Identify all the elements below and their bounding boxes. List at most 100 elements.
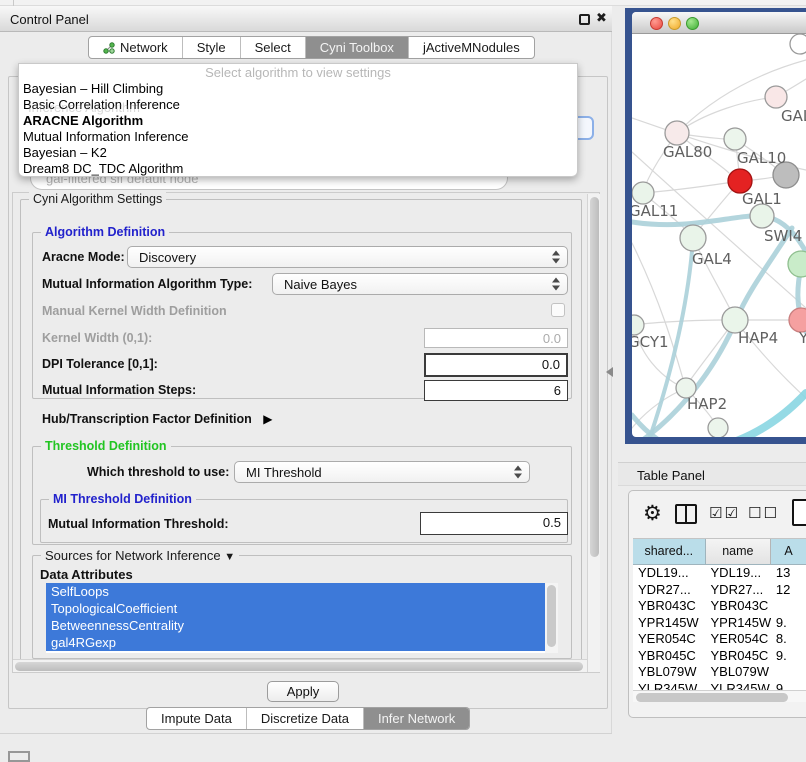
settings-vertical-scrollbar[interactable]	[587, 194, 600, 672]
tab-impute-data[interactable]: Impute Data	[147, 708, 247, 729]
algorithm-definition-title: Algorithm Definition	[41, 225, 169, 239]
list-item-selfloops[interactable]: SelfLoops	[46, 583, 545, 600]
tab-style[interactable]: Style	[183, 37, 241, 58]
node-bottom-edge[interactable]	[708, 418, 728, 437]
mi-type-combo[interactable]: Naive Bayes	[272, 273, 568, 295]
table-cell: YLR345W	[706, 681, 771, 691]
close-traffic-light[interactable]	[650, 17, 663, 30]
deselect-all-checkboxes-icon[interactable]: ☐☐	[748, 504, 779, 522]
zoom-traffic-light[interactable]	[686, 17, 699, 30]
node-gal10[interactable]	[724, 128, 746, 150]
table-cell: 9.	[771, 648, 806, 665]
network-canvas[interactable]: GALGAL80GAL10GAL1GAL11SWI4GAL4GCY1HAP4YH…	[632, 34, 806, 437]
manual-kernel-checkbox[interactable]	[551, 303, 565, 317]
node-gal-right[interactable]	[765, 86, 787, 108]
close-icon[interactable]: ✖	[596, 10, 607, 26]
select-all-checkboxes-icon[interactable]: ☑☑	[709, 504, 740, 522]
table-row[interactable]: YLR345WYLR345W9.	[633, 681, 806, 691]
columns-icon[interactable]	[675, 504, 697, 524]
table-horizontal-scrollbar[interactable]	[633, 690, 806, 702]
table-row[interactable]: YBR045CYBR045C9.	[633, 648, 806, 665]
column-header-shared[interactable]: shared...	[633, 539, 706, 565]
stepper-icon	[552, 278, 560, 291]
table-cell: 9.	[771, 615, 806, 632]
node-swi4-small-label: SWI4	[764, 227, 802, 245]
node-gal80[interactable]	[665, 121, 689, 145]
tab-infer-network[interactable]: Infer Network	[364, 708, 469, 729]
table-row[interactable]: YBL079WYBL079W	[633, 664, 806, 681]
settings-horizontal-scrollbar[interactable]	[13, 659, 587, 672]
mi-threshold-label: Mutual Information Threshold:	[48, 517, 229, 531]
list-item-betweennesscentrality[interactable]: BetweennessCentrality	[46, 617, 545, 634]
mi-threshold-group-title: MI Threshold Definition	[49, 492, 196, 506]
table-cell: 9.	[771, 681, 806, 691]
hub-section[interactable]: Hub/Transcription Factor Definition ▶	[42, 410, 272, 428]
splitter-handle[interactable]	[606, 367, 613, 377]
node-gal4[interactable]	[680, 225, 706, 251]
tab-label: Select	[255, 40, 291, 55]
table-row[interactable]: YDL19...YDL19...13	[633, 565, 806, 582]
dropdown-item-bayesian-k2[interactable]: Bayesian – K2	[19, 145, 577, 161]
tab-discretize-data[interactable]: Discretize Data	[247, 708, 364, 729]
mi-type-label: Mutual Information Algorithm Type:	[42, 277, 252, 291]
network-edge	[715, 393, 806, 437]
node-gcy1[interactable]	[632, 315, 644, 335]
gear-icon[interactable]: ⚙	[643, 501, 662, 526]
network-edge	[677, 97, 776, 133]
column-header-a[interactable]: A	[771, 539, 806, 565]
tab-label: Network	[120, 40, 168, 55]
table-cell: 12	[771, 582, 806, 599]
minimize-traffic-light[interactable]	[668, 17, 681, 30]
table-cell	[771, 664, 806, 681]
sources-group-title: Sources for Network Inference ▼	[41, 548, 239, 563]
dropdown-item-mutual-information-inference[interactable]: Mutual Information Inference	[19, 129, 577, 145]
collapsed-arrow-icon[interactable]: ▶	[263, 412, 272, 426]
tab-label: Infer Network	[378, 711, 455, 726]
node-top-edge[interactable]	[790, 34, 806, 54]
control-panel-title: Control Panel	[10, 12, 89, 27]
manual-kernel-label: Manual Kernel Width Definition	[42, 304, 227, 318]
tab-cyni-toolbox[interactable]: Cyni Toolbox	[306, 37, 409, 58]
node-table: shared...nameA YDL19...YDL19...13YDR27..…	[633, 538, 806, 702]
table-row[interactable]: YPR145WYPR145W9.	[633, 615, 806, 632]
dropdown-item-aracne-algorithm[interactable]: ARACNE Algorithm	[19, 113, 577, 129]
table-cell: YBL079W	[633, 664, 706, 681]
panel-divider	[0, 733, 612, 734]
which-threshold-combo[interactable]: MI Threshold	[234, 461, 530, 483]
table-row[interactable]: YER054CYER054C8.	[633, 631, 806, 648]
list-item-topologicalcoefficient[interactable]: TopologicalCoefficient	[46, 600, 545, 617]
tab-jactivemnodules[interactable]: jActiveMNodules	[409, 37, 534, 58]
document-icon[interactable]	[792, 499, 806, 526]
mi-threshold-field[interactable]: 0.5	[420, 512, 568, 535]
network-window-titlebar	[632, 12, 806, 34]
control-panel-titlebar: Control Panel ✖	[0, 6, 612, 32]
node-hap2-label: HAP2	[687, 395, 727, 413]
mi-steps-field[interactable]: 6	[424, 380, 568, 401]
table-cell: YDL19...	[706, 565, 771, 582]
aracne-mode-combo[interactable]: Discovery	[127, 246, 568, 268]
table-cell: YBR045C	[706, 648, 771, 665]
tab-select[interactable]: Select	[241, 37, 306, 58]
table-cell: YPR145W	[633, 615, 706, 632]
node-gal11-label: GAL11	[632, 202, 678, 220]
kernel-width-field[interactable]: 0.0	[424, 328, 568, 348]
table-cell: YDL19...	[633, 565, 706, 582]
expanded-arrow-icon[interactable]: ▼	[224, 551, 235, 563]
minimized-window-icon[interactable]	[8, 751, 30, 762]
dpi-tolerance-field[interactable]: 0.0	[424, 353, 568, 377]
bottom-tab-strip: Impute DataDiscretize Data Infer Network	[146, 707, 470, 730]
tab-network[interactable]: Network	[89, 37, 183, 58]
apply-button[interactable]: Apply	[267, 681, 339, 702]
list-item-gal4rgexp[interactable]: gal4RGexp	[46, 634, 545, 651]
node-hap4-label: HAP4	[738, 329, 778, 347]
table-row[interactable]: YBR043CYBR043C	[633, 598, 806, 615]
table-row[interactable]: YDR27...YDR27...12	[633, 582, 806, 599]
float-icon[interactable]	[579, 14, 590, 25]
node-gal11[interactable]	[632, 182, 654, 204]
dropdown-item-bayesian-hill-climbing[interactable]: Bayesian – Hill Climbing	[19, 81, 577, 97]
dropdown-item-dream8-dc-tdc-algorithm[interactable]: Dream8 DC_TDC Algorithm	[19, 161, 577, 177]
table-cell: YBR043C	[633, 598, 706, 615]
column-header-name[interactable]: name	[706, 539, 771, 565]
list-vertical-scrollbar[interactable]	[545, 583, 558, 653]
node-swi4-big[interactable]	[788, 251, 806, 277]
